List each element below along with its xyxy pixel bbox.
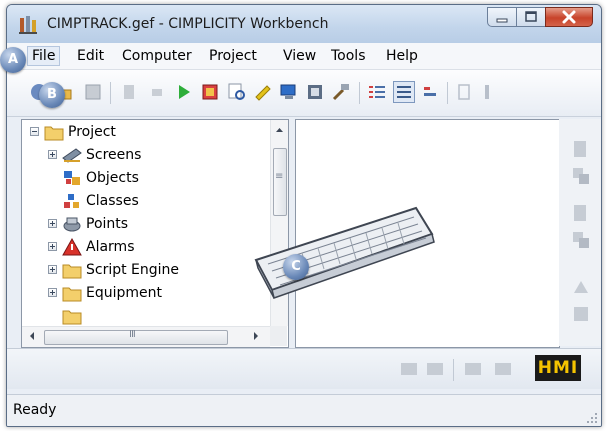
tree-label: Equipment (86, 285, 162, 301)
scroll-corner (270, 326, 287, 346)
scroll-right-icon[interactable] (248, 327, 264, 345)
toolbar (7, 70, 601, 117)
scroll-grip: ≡ (275, 171, 284, 182)
side-tool-3-icon[interactable] (571, 203, 591, 223)
status-bar: Ready (7, 394, 601, 426)
lower-tool-1-icon[interactable] (399, 359, 419, 379)
horizontal-scroll-thumb[interactable]: III (44, 329, 228, 345)
side-toolbar (559, 119, 601, 346)
lower-tool-2-icon[interactable] (425, 359, 445, 379)
stop-icon[interactable] (147, 82, 167, 102)
folder-icon (62, 287, 82, 302)
tree-label: Screens (86, 147, 142, 163)
properties-icon[interactable] (455, 82, 475, 102)
tree-label: Project (68, 124, 116, 140)
side-tool-6-icon[interactable] (571, 304, 591, 324)
menu-help[interactable]: Help (382, 47, 422, 65)
details-view-icon[interactable] (393, 81, 415, 103)
menu-file[interactable]: File (27, 46, 61, 66)
close-icon (562, 10, 576, 24)
expand-icon[interactable] (48, 265, 57, 274)
alarms-icon (62, 238, 82, 256)
expand-icon[interactable] (48, 150, 57, 159)
caption-buttons (487, 7, 593, 29)
keyboard-illustration (254, 206, 435, 299)
points-icon (63, 217, 81, 232)
expand-icon[interactable] (48, 242, 57, 251)
scroll-grip: III (129, 329, 136, 340)
maximize-button[interactable] (516, 7, 546, 27)
tree-label: Script Engine (86, 262, 180, 278)
objects-icon (64, 171, 80, 185)
side-tool-4-icon[interactable] (571, 230, 591, 250)
menu-computer[interactable]: Computer (118, 47, 196, 65)
resize-grip-icon[interactable] (586, 412, 598, 424)
workbench-window: CIMPTRACK.gef - CIMPLICITY Workbench Fil… (6, 4, 602, 427)
window-title: CIMPTRACK.gef - CIMPLICITY Workbench (47, 16, 329, 32)
folder-icon (44, 126, 64, 141)
lower-tool-4-icon[interactable] (493, 359, 513, 379)
computer-icon[interactable] (279, 82, 299, 102)
side-tool-2-icon[interactable] (571, 166, 591, 186)
highlighter-icon[interactable] (253, 82, 273, 102)
tree-label: Points (86, 216, 129, 232)
minimize-icon (496, 18, 508, 23)
menu-edit[interactable]: Edit (73, 47, 108, 65)
network-icon[interactable] (305, 82, 325, 102)
tools-icon[interactable] (331, 82, 351, 102)
tree-horizontal-scrollbar[interactable]: III (22, 326, 270, 347)
cimplicity-app-icon (19, 16, 37, 34)
cut-icon[interactable] (120, 82, 140, 102)
save-icon[interactable] (83, 82, 103, 102)
scroll-left-icon[interactable] (24, 327, 40, 345)
status-text: Ready (13, 402, 57, 418)
grid-view-icon[interactable] (367, 82, 387, 102)
menu-project[interactable]: Project (205, 47, 261, 65)
callout-c: C (283, 254, 309, 280)
side-tool-5-icon[interactable] (571, 277, 591, 297)
run-icon[interactable] (174, 82, 194, 102)
title-bar[interactable]: CIMPTRACK.gef - CIMPLICITY Workbench (7, 5, 601, 43)
workspace-pane[interactable] (254, 119, 560, 348)
folder-icon (62, 310, 82, 325)
folder-icon (62, 264, 82, 279)
minimize-button[interactable] (487, 7, 517, 27)
classes-icon (64, 194, 79, 208)
build-icon[interactable] (200, 82, 220, 102)
list-view-icon[interactable] (421, 82, 441, 102)
tree-item-partial[interactable] (22, 305, 270, 326)
lower-tool-3-icon[interactable] (463, 359, 483, 379)
callout-a: A (0, 47, 26, 73)
callout-b: B (39, 82, 65, 108)
lower-panel: HMI (7, 348, 601, 389)
collapse-icon[interactable] (30, 127, 39, 136)
menu-tools[interactable]: Tools (327, 47, 370, 65)
scroll-up-icon[interactable] (271, 122, 288, 138)
find-icon[interactable] (227, 82, 247, 102)
close-button[interactable] (545, 7, 593, 27)
side-tool-1-icon[interactable] (571, 139, 591, 159)
tree-label: Classes (86, 193, 139, 209)
expand-icon[interactable] (48, 288, 57, 297)
tree-label: Alarms (86, 239, 135, 255)
tree-label: Objects (86, 170, 139, 186)
hmi-logo: HMI (535, 355, 581, 381)
menu-bar: File Edit Computer Project View Tools He… (7, 43, 601, 70)
expand-icon[interactable] (48, 219, 57, 228)
more-icon[interactable] (481, 82, 501, 102)
screens-icon (62, 148, 82, 163)
menu-view[interactable]: View (279, 47, 320, 65)
maximize-icon (525, 11, 537, 22)
